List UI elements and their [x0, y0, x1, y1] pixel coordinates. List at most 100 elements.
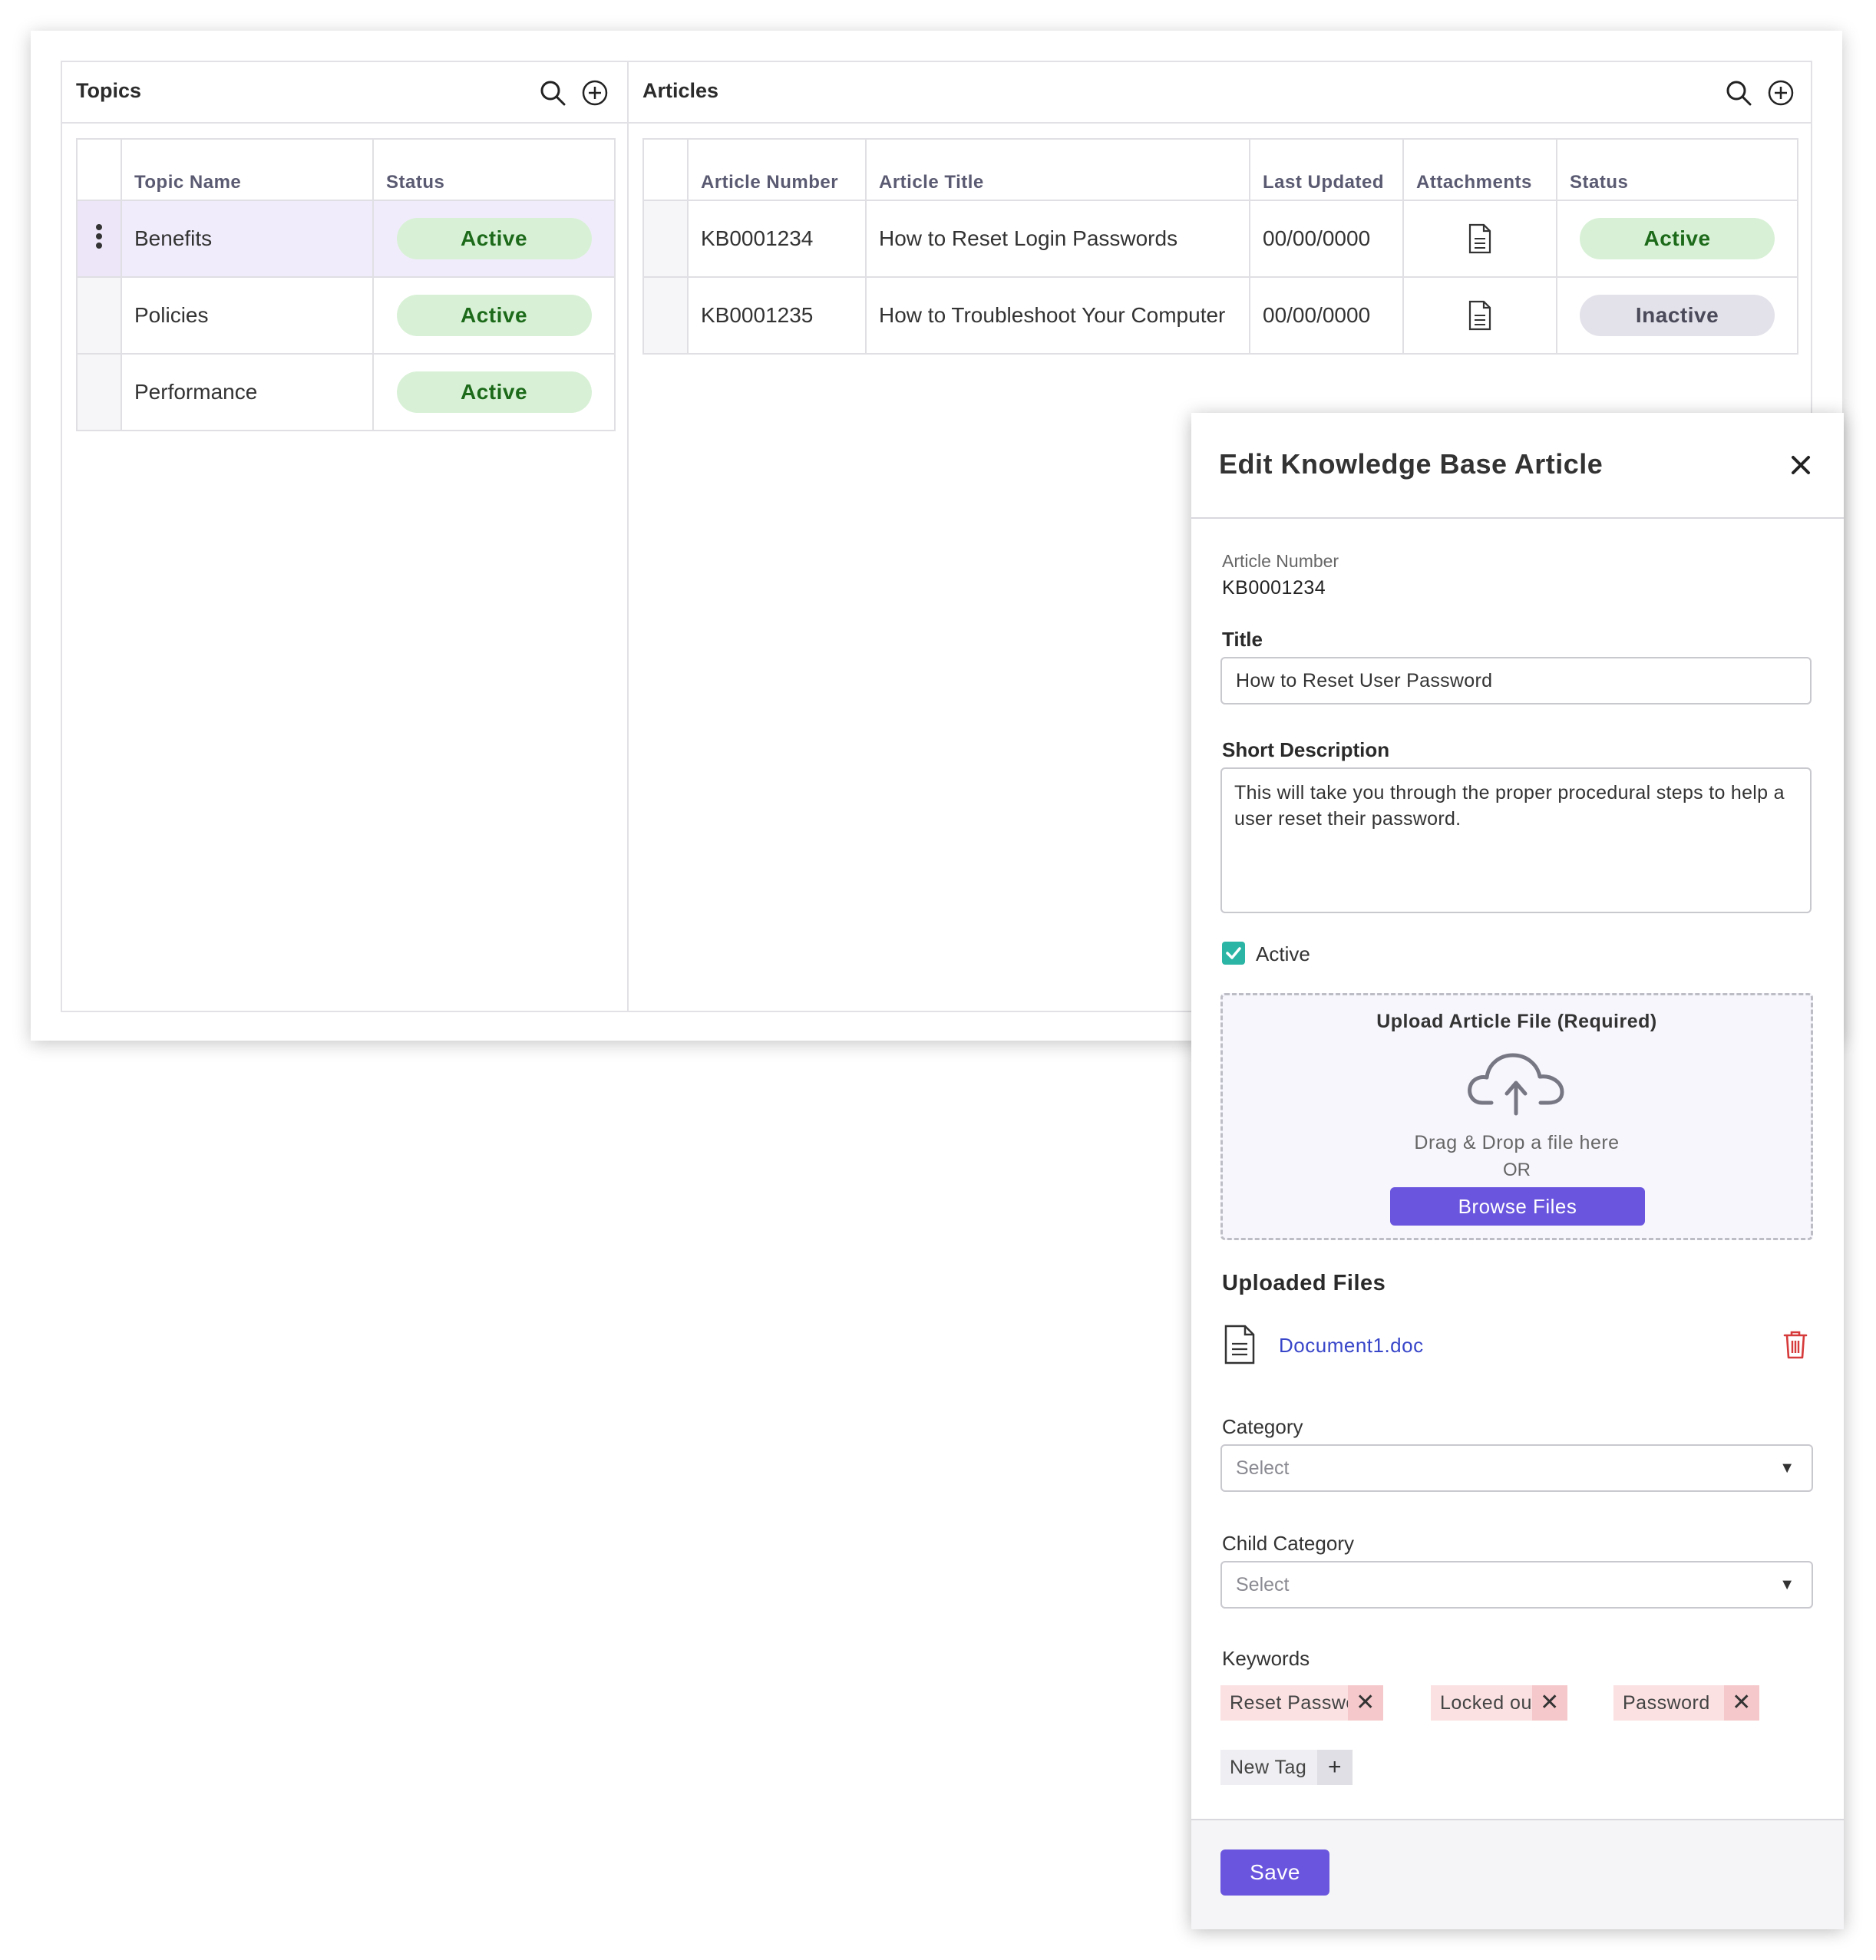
close-icon[interactable] — [1785, 450, 1816, 480]
title-label: Title — [1222, 628, 1263, 651]
keywords-label: Keywords — [1222, 1647, 1310, 1670]
table-row[interactable]: KB0001235 How to Troubleshoot Your Compu… — [642, 276, 1798, 355]
column-header: Attachments — [1402, 138, 1557, 201]
title-input[interactable]: How to Reset User Password — [1220, 657, 1812, 704]
topics-panel: Topics Topic Name Status Benefits Active — [61, 61, 629, 1012]
uploaded-files-label: Uploaded Files — [1222, 1271, 1386, 1295]
article-title: How to Troubleshoot Your Computer — [865, 276, 1250, 355]
column-header: Article Title — [865, 138, 1250, 201]
column-header: Last Updated — [1249, 138, 1404, 201]
remove-tag-icon[interactable]: ✕ — [1724, 1685, 1759, 1721]
status-badge: Active — [396, 218, 592, 259]
document-icon — [1224, 1325, 1256, 1364]
column-header: Status — [1556, 138, 1798, 201]
article-number: KB0001234 — [687, 200, 867, 278]
column-header: Topic Name — [121, 138, 374, 201]
file-dropzone[interactable]: Upload Article File (Required) Drag & Dr… — [1220, 993, 1813, 1240]
add-tag-icon[interactable]: + — [1317, 1750, 1353, 1785]
status-badge: Active — [396, 295, 592, 336]
articles-table: Article Number Article Title Last Update… — [642, 138, 1798, 355]
category-placeholder: Select — [1236, 1457, 1290, 1479]
article-number-label: Article Number — [1222, 551, 1339, 571]
table-row[interactable]: Performance Active — [76, 353, 616, 431]
dialog-footer: Save — [1191, 1819, 1844, 1929]
category-select[interactable]: Select ▼ — [1220, 1444, 1813, 1492]
child-category-label: Child Category — [1222, 1532, 1354, 1555]
caret-down-icon: ▼ — [1779, 1460, 1795, 1477]
articles-table-header: Article Number Article Title Last Update… — [642, 138, 1798, 201]
caret-down-icon: ▼ — [1779, 1576, 1795, 1593]
upload-heading: Upload Article File (Required) — [1376, 1011, 1657, 1032]
articles-title: Articles — [642, 79, 719, 102]
category-label: Category — [1222, 1415, 1303, 1438]
article-title: How to Reset Login Passwords — [865, 200, 1250, 278]
dialog-header: Edit Knowledge Base Article — [1191, 413, 1844, 519]
remove-tag-icon[interactable]: ✕ — [1532, 1685, 1567, 1721]
new-tag-label: New Tag — [1230, 1757, 1307, 1778]
status-cell: Active — [372, 276, 616, 355]
status-badge: Inactive — [1580, 295, 1775, 336]
table-row[interactable]: Benefits Active — [76, 200, 616, 278]
keyword-text: Password — [1623, 1692, 1710, 1714]
file-link[interactable]: Document1.doc — [1279, 1334, 1424, 1358]
active-label: Active — [1256, 942, 1310, 965]
topics-header: Topics — [62, 62, 627, 124]
topics-table-header: Topic Name Status — [76, 138, 616, 201]
document-icon[interactable] — [1416, 300, 1544, 331]
row-gutter — [76, 353, 122, 431]
search-icon[interactable] — [1725, 79, 1752, 107]
status-cell: Inactive — [1556, 276, 1798, 355]
topics-table: Topic Name Status Benefits Active Polici… — [76, 138, 616, 431]
row-gutter — [642, 276, 689, 355]
table-row[interactable]: KB0001234 How to Reset Login Passwords 0… — [642, 200, 1798, 278]
topic-name: Performance — [121, 353, 374, 431]
status-cell: Active — [1556, 200, 1798, 278]
trash-icon[interactable] — [1782, 1329, 1808, 1360]
new-tag[interactable]: New Tag + — [1220, 1750, 1353, 1785]
article-number-value: KB0001234 — [1222, 577, 1326, 599]
remove-tag-icon[interactable]: ✕ — [1348, 1685, 1383, 1721]
child-category-placeholder: Select — [1236, 1574, 1290, 1595]
gutter-header — [76, 138, 122, 201]
keyword-tag: Reset Password ✕ — [1220, 1685, 1383, 1721]
row-menu[interactable] — [76, 200, 122, 278]
active-checkbox[interactable] — [1222, 942, 1245, 965]
dialog-title: Edit Knowledge Base Article — [1219, 448, 1604, 480]
attachment-cell — [1402, 200, 1557, 278]
status-badge: Active — [396, 371, 592, 413]
topic-name: Policies — [121, 276, 374, 355]
drag-drop-text: Drag & Drop a file here — [1414, 1132, 1620, 1153]
save-button[interactable]: Save — [1220, 1849, 1329, 1896]
article-number: KB0001235 — [687, 276, 867, 355]
table-row[interactable]: Policies Active — [76, 276, 616, 355]
articles-header: Articles — [629, 62, 1811, 124]
or-text: OR — [1503, 1160, 1531, 1180]
child-category-select[interactable]: Select ▼ — [1220, 1561, 1813, 1609]
topics-title: Topics — [76, 79, 142, 102]
status-cell: Active — [372, 353, 616, 431]
search-icon[interactable] — [539, 79, 566, 107]
edit-article-dialog: Edit Knowledge Base Article Article Numb… — [1191, 413, 1844, 1929]
short-description-textarea[interactable]: This will take you through the proper pr… — [1220, 767, 1812, 913]
column-header: Status — [372, 138, 616, 201]
browse-files-button[interactable]: Browse Files — [1390, 1187, 1645, 1226]
gutter-header — [642, 138, 689, 201]
keyword-tag: Password ✕ — [1613, 1685, 1759, 1721]
add-circle-icon[interactable] — [1767, 79, 1795, 107]
attachment-cell — [1402, 276, 1557, 355]
status-badge: Active — [1580, 218, 1775, 259]
keyword-text: Locked out — [1440, 1692, 1538, 1714]
column-header: Article Number — [687, 138, 867, 201]
status-cell: Active — [372, 200, 616, 278]
row-gutter — [642, 200, 689, 278]
cloud-upload-icon — [1465, 1048, 1570, 1117]
short-description-label: Short Description — [1222, 738, 1390, 761]
row-gutter — [76, 276, 122, 355]
keyword-tag: Locked out ✕ — [1431, 1685, 1567, 1721]
topic-name: Benefits — [121, 200, 374, 278]
document-icon[interactable] — [1416, 223, 1544, 254]
last-updated: 00/00/0000 — [1249, 276, 1404, 355]
last-updated: 00/00/0000 — [1249, 200, 1404, 278]
kebab-menu-icon[interactable] — [95, 221, 103, 252]
add-circle-icon[interactable] — [581, 79, 609, 107]
